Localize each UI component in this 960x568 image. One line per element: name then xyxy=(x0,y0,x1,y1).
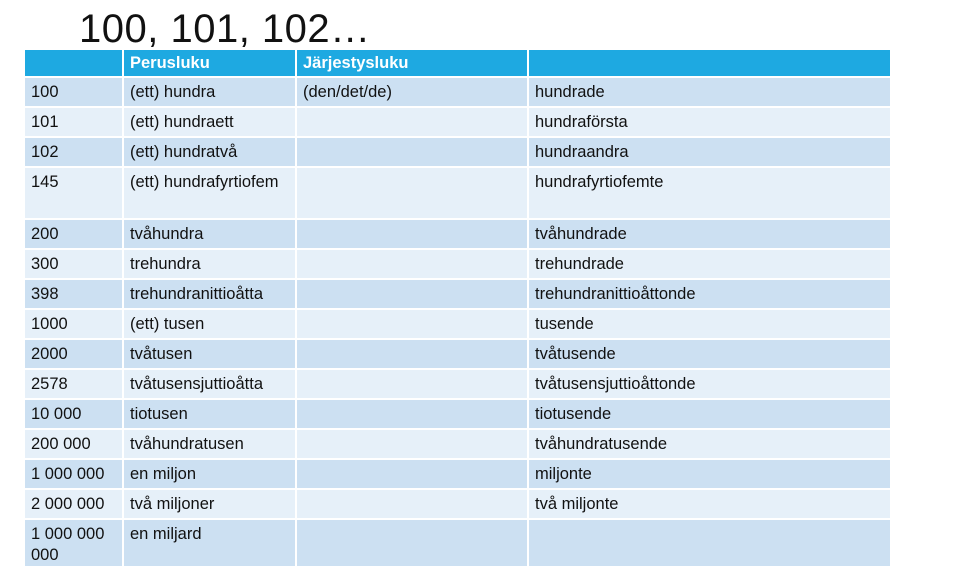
cell-number: 2 000 000 xyxy=(25,490,122,518)
cell-ordinal: trehundrade xyxy=(529,250,890,278)
cell-ordinal: hundraförsta xyxy=(529,108,890,136)
cell-ordinal: tusende xyxy=(529,310,890,338)
cell-article xyxy=(297,490,527,518)
cell-article xyxy=(297,108,527,136)
table-row: 2578 tvåtusensjuttioåtta tvåtusensjuttioåt… xyxy=(25,370,890,398)
cell-article xyxy=(297,430,527,458)
cell-article xyxy=(297,280,527,308)
cell-cardinal: trehundranittioåtta xyxy=(124,280,295,308)
cell-number: 102 xyxy=(25,138,122,166)
cell-cardinal: trehundra xyxy=(124,250,295,278)
cell-article xyxy=(297,340,527,368)
cell-cardinal: en miljard xyxy=(124,520,295,566)
cell-number: 2578 xyxy=(25,370,122,398)
cell-cardinal: tvåtusen xyxy=(124,340,295,368)
table-row: 1 000 000 en miljon miljonte xyxy=(25,460,890,488)
cell-ordinal: tiotusende xyxy=(529,400,890,428)
cell-article xyxy=(297,460,527,488)
table-row: 101 (ett) hundraett hundraförsta xyxy=(25,108,890,136)
cell-ordinal: hundrade xyxy=(529,78,890,106)
cell-cardinal: en miljon xyxy=(124,460,295,488)
cell-article xyxy=(297,250,527,278)
slide-title: 100, 101, 102… xyxy=(79,7,371,51)
table-row: 2 000 000 två miljoner två miljonte xyxy=(25,490,890,518)
cell-number: 101 xyxy=(25,108,122,136)
table-header-row: Perusluku Järjestysluku xyxy=(25,50,890,76)
cell-article xyxy=(297,400,527,428)
cell-article xyxy=(297,220,527,248)
cell-ordinal: tvåhundrade xyxy=(529,220,890,248)
table-row: 100 (ett) hundra (den/det/de) hundrade xyxy=(25,78,890,106)
table-row: 200 000 tvåhundratusen tvåhundratusende xyxy=(25,430,890,458)
header-jarjestysluku: Järjestysluku xyxy=(297,50,527,76)
cell-number: 100 xyxy=(25,78,122,106)
cell-article xyxy=(297,370,527,398)
cell-cardinal: tvåhundratusen xyxy=(124,430,295,458)
header-perusluku: Perusluku xyxy=(124,50,295,76)
table-row: 10 000 tiotusen tiotusende xyxy=(25,400,890,428)
table-row: 1000 (ett) tusen tusende xyxy=(25,310,890,338)
cell-cardinal: (ett) hundraett xyxy=(124,108,295,136)
numbers-table: Perusluku Järjestysluku 100 (ett) hundra(… xyxy=(23,48,892,568)
cell-article xyxy=(297,168,527,218)
cell-cardinal: (ett) hundratvå xyxy=(124,138,295,166)
table-row: 398 trehundranittioåtta trehundranittioått… xyxy=(25,280,890,308)
table-row: 2000 tvåtusen tvåtusende xyxy=(25,340,890,368)
cell-article xyxy=(297,310,527,338)
cell-ordinal: hundrafyrtiofemte xyxy=(529,168,890,218)
cell-number: 1 000 000 xyxy=(25,460,122,488)
cell-article: (den/det/de) xyxy=(297,78,527,106)
cell-cardinal: tiotusen xyxy=(124,400,295,428)
cell-number: 145 xyxy=(25,168,122,218)
cell-number: 1000 xyxy=(25,310,122,338)
table-row: 200 tvåhundra tvåhundrade xyxy=(25,220,890,248)
cell-number: 10 000 xyxy=(25,400,122,428)
cell-number: 300 xyxy=(25,250,122,278)
header-number xyxy=(25,50,122,76)
table-row: 1 000 000 000 en miljard xyxy=(25,520,890,566)
cell-number: 2000 xyxy=(25,340,122,368)
cell-cardinal: (ett) tusen xyxy=(124,310,295,338)
header-ordinal xyxy=(529,50,890,76)
cell-number: 1 000 000 000 xyxy=(25,520,122,566)
table-row: 145 (ett) hundrafyrtiofem hundrafyrtiofemt… xyxy=(25,168,890,218)
cell-ordinal: trehundranittioåttonde xyxy=(529,280,890,308)
cell-cardinal: (ett) hundra xyxy=(124,78,295,106)
cell-cardinal: två miljoner xyxy=(124,490,295,518)
cell-cardinal: (ett) hundrafyrtiofem xyxy=(124,168,295,218)
cell-cardinal: tvåhundra xyxy=(124,220,295,248)
cell-article xyxy=(297,138,527,166)
cell-ordinal: miljonte xyxy=(529,460,890,488)
cell-cardinal: tvåtusensjuttioåtta xyxy=(124,370,295,398)
cell-ordinal: hundraandra xyxy=(529,138,890,166)
cell-ordinal: två miljonte xyxy=(529,490,890,518)
cell-ordinal xyxy=(529,520,890,566)
table-row: 300 trehundra trehundrade xyxy=(25,250,890,278)
cell-ordinal: tvåtusensjuttioåttonde xyxy=(529,370,890,398)
cell-article xyxy=(297,520,527,566)
cell-ordinal: tvåtusende xyxy=(529,340,890,368)
cell-number: 398 xyxy=(25,280,122,308)
table-row: 102 (ett) hundratvå hundraandra xyxy=(25,138,890,166)
cell-number: 200 xyxy=(25,220,122,248)
cell-ordinal: tvåhundratusende xyxy=(529,430,890,458)
cell-number: 200 000 xyxy=(25,430,122,458)
